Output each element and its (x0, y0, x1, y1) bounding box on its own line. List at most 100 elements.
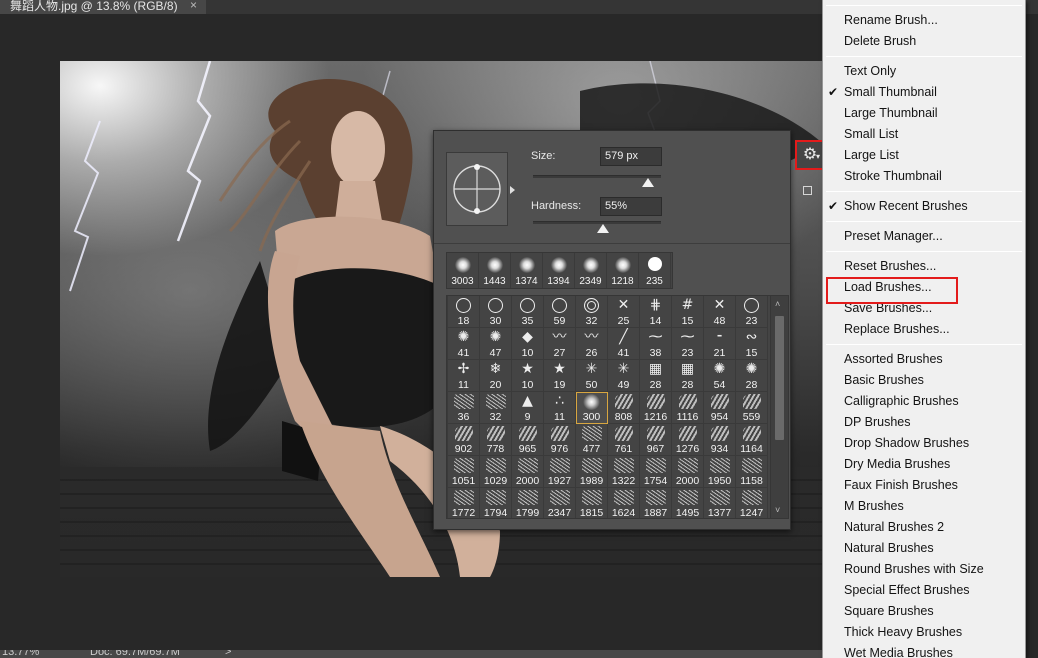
brush-preset-49[interactable]: ✳ 49 (608, 360, 640, 392)
menu-item-thick-heavy-brushes[interactable]: Thick Heavy Brushes (823, 622, 1025, 643)
menu-item-dry-media-brushes[interactable]: Dry Media Brushes (823, 454, 1025, 475)
menu-item-large-list[interactable]: Large List (823, 145, 1025, 166)
brush-preset-20[interactable]: ❄ 20 (480, 360, 512, 392)
menu-item-calligraphic-brushes[interactable]: Calligraphic Brushes (823, 391, 1025, 412)
menu-item-small-list[interactable]: Small List (823, 124, 1025, 145)
brush-preset-808[interactable]: 808 (608, 392, 640, 424)
menu-item-large-thumbnail[interactable]: Large Thumbnail (823, 103, 1025, 124)
brush-preset-967[interactable]: 967 (640, 424, 672, 456)
menu-item-natural-brushes[interactable]: Natural Brushes (823, 538, 1025, 559)
menu-item-preset-manager[interactable]: Preset Manager... (823, 226, 1025, 247)
brush-preset-19[interactable]: ★ 19 (544, 360, 576, 392)
brush-preset-934[interactable]: 934 (704, 424, 736, 456)
size-field[interactable]: 579 px (600, 147, 662, 166)
scroll-up-icon[interactable]: ˄ (775, 299, 780, 309)
brush-preset-1794[interactable]: 1794 (480, 488, 512, 518)
document-tab[interactable]: 舞蹈人物.jpg @ 13.8% (RGB/8) × (0, 0, 206, 14)
brush-preset-50[interactable]: ✳ 50 (576, 360, 608, 392)
menu-item-special-effect-brushes[interactable]: Special Effect Brushes (823, 580, 1025, 601)
brush-preset-10[interactable]: ★ 10 (512, 360, 544, 392)
brush-preset-25[interactable]: ✕ 25 (608, 296, 640, 328)
recent-brush-1218[interactable]: 1218 (607, 253, 639, 288)
brush-preset-54[interactable]: ✺ 54 (704, 360, 736, 392)
brush-preset-28[interactable]: ✺ 28 (736, 360, 768, 392)
brush-preset-761[interactable]: 761 (608, 424, 640, 456)
brush-preset-1950[interactable]: 1950 (704, 456, 736, 488)
brush-preset-1772[interactable]: 1772 (448, 488, 480, 518)
brush-preset-976[interactable]: 976 (544, 424, 576, 456)
brush-preset-9[interactable]: ▲ 9 (512, 392, 544, 424)
menu-item-m-brushes[interactable]: M Brushes (823, 496, 1025, 517)
brush-preset-41[interactable]: ╱ 41 (608, 328, 640, 360)
menu-item-dp-brushes[interactable]: DP Brushes (823, 412, 1025, 433)
brush-preset-30[interactable]: 30 (480, 296, 512, 328)
recent-brush-3003[interactable]: 3003 (447, 253, 479, 288)
menu-item-reset-brushes[interactable]: Reset Brushes... (823, 256, 1025, 277)
brush-preset-965[interactable]: 965 (512, 424, 544, 456)
brush-preset-1164[interactable]: 1164 (736, 424, 768, 456)
brush-preset-1377[interactable]: 1377 (704, 488, 736, 518)
menu-item-replace-brushes[interactable]: Replace Brushes... (823, 319, 1025, 340)
brush-preset-1158[interactable]: 1158 (736, 456, 768, 488)
scroll-down-icon[interactable]: ˅ (775, 505, 780, 515)
menu-item-faux-finish-brushes[interactable]: Faux Finish Brushes (823, 475, 1025, 496)
brush-preset-28[interactable]: ▦ 28 (672, 360, 704, 392)
status-menu-arrow[interactable]: > (225, 650, 231, 658)
hardness-slider-knob[interactable] (597, 224, 610, 233)
brush-preset-1322[interactable]: 1322 (608, 456, 640, 488)
brush-preset-1247[interactable]: 1247 (736, 488, 768, 518)
brush-preset-1927[interactable]: 1927 (544, 456, 576, 488)
scrollbar-thumb[interactable] (775, 316, 784, 440)
menu-item-wet-media-brushes[interactable]: Wet Media Brushes (823, 643, 1025, 658)
brush-preset-2000[interactable]: 2000 (672, 456, 704, 488)
brush-preset-36[interactable]: 36 (448, 392, 480, 424)
brush-preset-902[interactable]: 902 (448, 424, 480, 456)
brush-preset-23[interactable]: ⁓ 23 (672, 328, 704, 360)
menu-item-text-only[interactable]: Text Only (823, 61, 1025, 82)
brush-preset-559[interactable]: 559 (736, 392, 768, 424)
brush-preset-1276[interactable]: 1276 (672, 424, 704, 456)
brush-preset-2347[interactable]: 2347 (544, 488, 576, 518)
menu-item-round-brushes-with-size[interactable]: Round Brushes with Size (823, 559, 1025, 580)
brush-preset-47[interactable]: ✺ 47 (480, 328, 512, 360)
brush-preset-1029[interactable]: 1029 (480, 456, 512, 488)
brush-preset-300[interactable]: 300 (576, 392, 608, 424)
brush-preset-1216[interactable]: 1216 (640, 392, 672, 424)
brush-preset-1887[interactable]: 1887 (640, 488, 672, 518)
brush-preset-26[interactable]: 〰 26 (576, 328, 608, 360)
brush-preset-27[interactable]: 〰 27 (544, 328, 576, 360)
brush-preset-1495[interactable]: 1495 (672, 488, 704, 518)
recent-brush-1394[interactable]: 1394 (543, 253, 575, 288)
menu-item-stroke-thumbnail[interactable]: Stroke Thumbnail (823, 166, 1025, 187)
menu-item-drop-shadow-brushes[interactable]: Drop Shadow Brushes (823, 433, 1025, 454)
brush-preset-10[interactable]: ◆ 10 (512, 328, 544, 360)
recent-brush-1374[interactable]: 1374 (511, 253, 543, 288)
brush-preset-2000[interactable]: 2000 (512, 456, 544, 488)
brush-grid-scrollbar[interactable]: ˄ ˅ (770, 296, 788, 518)
panel-menu-gear-button[interactable]: ⚙ ▾ (795, 140, 825, 170)
close-tab-icon[interactable]: × (190, 0, 197, 11)
brush-preset-15[interactable]: #15 (672, 296, 704, 328)
size-slider-knob[interactable] (642, 178, 655, 187)
brush-preset-32[interactable]: 32 (480, 392, 512, 424)
zoom-readout[interactable]: 13.77% (2, 650, 39, 658)
brush-preset-1754[interactable]: 1754 (640, 456, 672, 488)
brush-preset-18[interactable]: 18 (448, 296, 480, 328)
brush-preset-11[interactable]: ∴ 11 (544, 392, 576, 424)
menu-item-basic-brushes[interactable]: Basic Brushes (823, 370, 1025, 391)
menu-item-delete-brush[interactable]: Delete Brush (823, 31, 1025, 52)
brush-preset-48[interactable]: ✕ 48 (704, 296, 736, 328)
brush-preset-14[interactable]: ⋕ 14 (640, 296, 672, 328)
menu-item-small-thumbnail[interactable]: ✔ Small Thumbnail (823, 82, 1025, 103)
brush-preset-1799[interactable]: 1799 (512, 488, 544, 518)
menu-item-show-recent-brushes[interactable]: ✔ Show Recent Brushes (823, 196, 1025, 217)
menu-item-rename-brush[interactable]: Rename Brush... (823, 10, 1025, 31)
brush-tip-preview[interactable] (446, 152, 508, 226)
brush-preset-59[interactable]: 59 (544, 296, 576, 328)
brush-preset-32[interactable]: 32 (576, 296, 608, 328)
recent-brush-1443[interactable]: 1443 (479, 253, 511, 288)
recent-brush-2349[interactable]: 2349 (575, 253, 607, 288)
menu-item-square-brushes[interactable]: Square Brushes (823, 601, 1025, 622)
brush-preset-38[interactable]: ⁓ 38 (640, 328, 672, 360)
brush-preset-1116[interactable]: 1116 (672, 392, 704, 424)
